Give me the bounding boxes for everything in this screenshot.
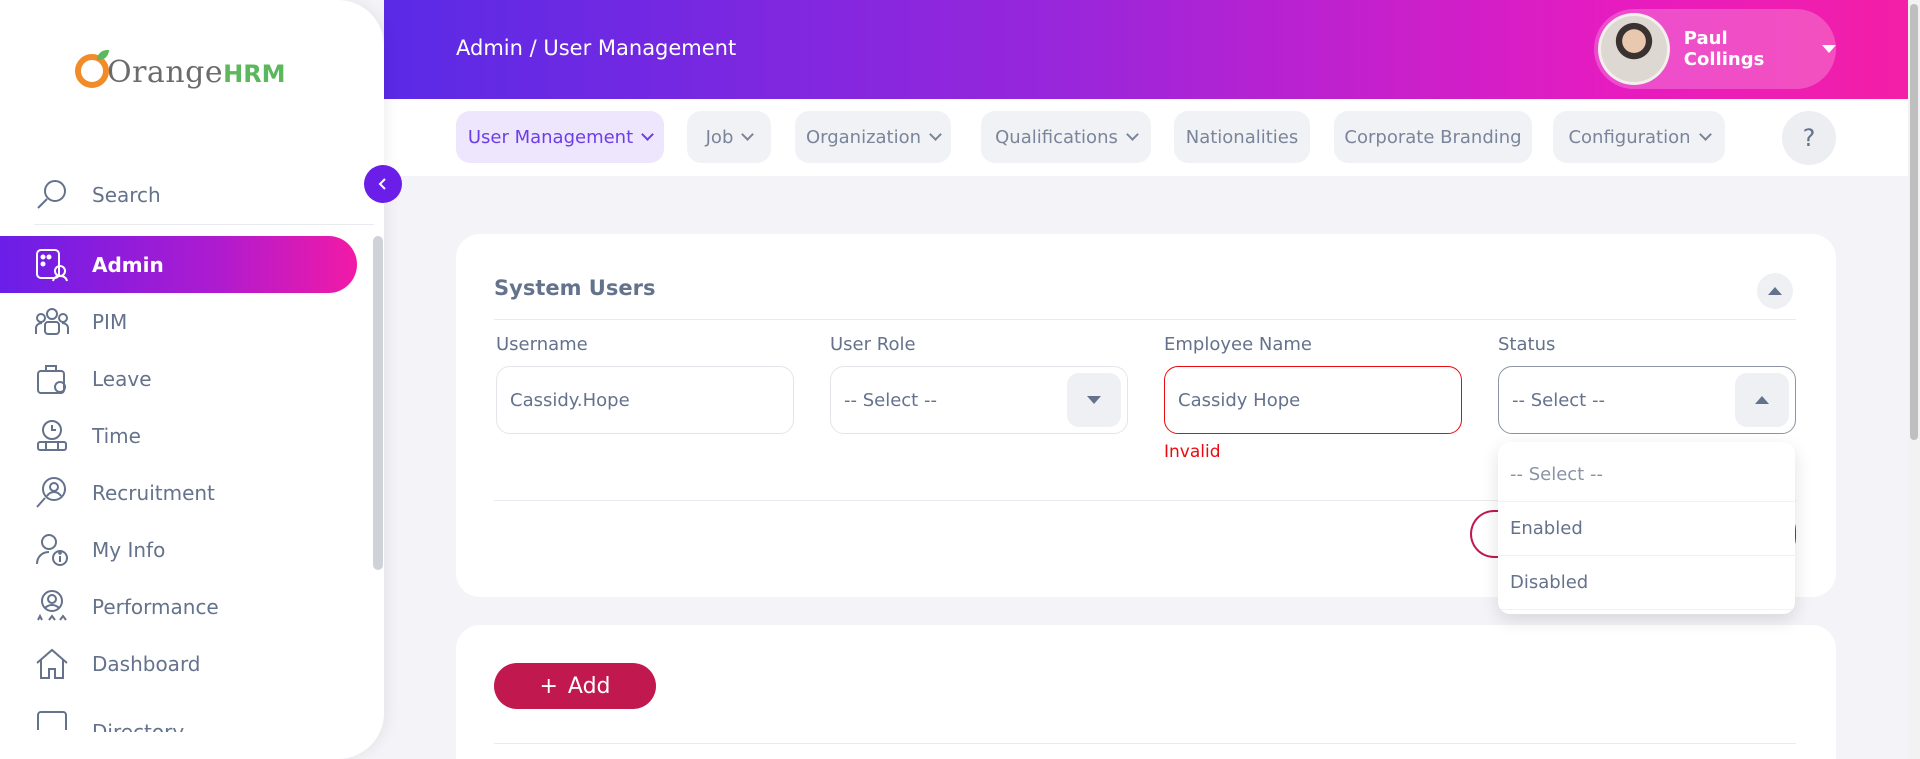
- user-name: Paul Collings: [1683, 28, 1765, 70]
- logo-text: Orange: [107, 55, 224, 90]
- user-dropdown[interactable]: Paul Collings: [1594, 9, 1836, 89]
- page-scrollbar-thumb[interactable]: [1910, 4, 1918, 440]
- tab-qualifications[interactable]: Qualifications: [981, 111, 1151, 163]
- orange-logo-icon: [75, 50, 109, 88]
- top-header: Admin / User Management Paul Collings: [384, 0, 1920, 99]
- sidebar-item-label: Dashboard: [92, 651, 201, 676]
- username-input[interactable]: [510, 389, 770, 411]
- sidebar-item-dashboard[interactable]: Dashboard: [0, 635, 372, 692]
- sidebar-item-admin[interactable]: Admin: [0, 236, 357, 293]
- status-label: Status: [1498, 334, 1556, 355]
- tab-job[interactable]: Job: [687, 111, 771, 163]
- chevron-left-icon: [378, 178, 386, 190]
- employee-name-input[interactable]: [1178, 389, 1438, 411]
- sidebar-item-label: PIM: [92, 309, 128, 334]
- status-select[interactable]: -- Select --: [1498, 366, 1796, 434]
- tab-label: User Management: [467, 126, 634, 148]
- sidebar-item-leave[interactable]: Leave: [0, 350, 372, 407]
- caret-up-icon: [1755, 396, 1769, 404]
- divider: [494, 319, 1796, 320]
- tab-label: Job: [705, 126, 734, 148]
- tab-label: Nationalities: [1185, 126, 1299, 148]
- tab-user-management[interactable]: User Management: [456, 111, 664, 163]
- admin-icon: [36, 248, 68, 281]
- collapse-sidebar-button[interactable]: [364, 165, 402, 203]
- sidebar-item-recruitment[interactable]: Recruitment: [0, 464, 372, 521]
- sidebar-item-label: My Info: [92, 537, 166, 562]
- help-button[interactable]: ?: [1782, 111, 1836, 165]
- sidebar-item-label: Recruitment: [92, 480, 215, 505]
- my-info-icon: [36, 533, 68, 566]
- status-option[interactable]: Enabled: [1498, 502, 1795, 556]
- caret-up-icon: [1768, 287, 1782, 295]
- collapse-filter-button[interactable]: [1757, 273, 1793, 309]
- tab-corporate-branding[interactable]: Corporate Branding: [1334, 111, 1532, 163]
- leave-icon: [37, 364, 66, 394]
- username-field[interactable]: [496, 366, 794, 434]
- sidebar: Orange HRM Search Admin PIM Leave Time R…: [0, 0, 384, 759]
- sidebar-scrollbar[interactable]: [373, 236, 383, 570]
- chevron-down-icon: [641, 128, 655, 141]
- status-toggle[interactable]: [1735, 373, 1789, 427]
- performance-icon: [37, 589, 67, 621]
- status-dropdown-list: -- Select -- Enabled Disabled: [1498, 442, 1795, 614]
- sidebar-item-time[interactable]: Time: [0, 407, 372, 464]
- user-role-label: User Role: [830, 334, 916, 355]
- user-role-select[interactable]: -- Select --: [830, 366, 1128, 434]
- chevron-down-icon: [741, 128, 755, 141]
- tab-label: Organization: [805, 126, 922, 148]
- employee-name-field[interactable]: [1164, 366, 1462, 434]
- sidebar-item-label: Directory: [92, 720, 185, 732]
- username-label: Username: [496, 334, 588, 355]
- dashboard-icon: [36, 648, 68, 679]
- add-button-label: Add: [567, 673, 611, 699]
- help-icon: ?: [1802, 124, 1816, 152]
- card-title: System Users: [494, 276, 656, 300]
- sidebar-item-my-info[interactable]: My Info: [0, 521, 372, 578]
- sidebar-item-label: Time: [92, 423, 141, 448]
- avatar: [1598, 13, 1670, 85]
- tab-label: Qualifications: [995, 126, 1118, 148]
- chevron-down-icon: [1698, 128, 1712, 141]
- tab-configuration[interactable]: Configuration: [1553, 111, 1725, 163]
- tab-label: Corporate Branding: [1344, 126, 1522, 148]
- chevron-down-icon: [1125, 128, 1139, 141]
- status-option[interactable]: Disabled: [1498, 556, 1795, 610]
- sidebar-search[interactable]: Search: [34, 165, 374, 225]
- search-icon: [37, 179, 66, 209]
- status-value: -- Select --: [1512, 389, 1605, 411]
- directory-icon: [37, 711, 67, 730]
- sidebar-item-pim[interactable]: PIM: [0, 293, 372, 350]
- sidebar-item-label: Performance: [92, 594, 219, 619]
- employee-name-error: Invalid: [1164, 442, 1221, 462]
- sidebar-item-performance[interactable]: Performance: [0, 578, 372, 635]
- caret-down-icon: [1822, 45, 1836, 53]
- pim-icon: [35, 307, 69, 335]
- divider: [494, 743, 1796, 744]
- logo-brand-text: HRM: [223, 60, 286, 88]
- add-user-button[interactable]: + Add: [494, 663, 656, 709]
- tab-nationalities[interactable]: Nationalities: [1174, 111, 1310, 163]
- sidebar-menu: Admin PIM Leave Time Recruitment My Info…: [0, 236, 372, 732]
- tab-organization[interactable]: Organization: [795, 111, 951, 163]
- time-icon: [37, 419, 67, 451]
- user-role-value: -- Select --: [844, 389, 937, 411]
- user-role-toggle[interactable]: [1067, 373, 1121, 427]
- caret-down-icon: [1087, 396, 1101, 404]
- orangehrm-logo[interactable]: Orange HRM: [75, 48, 286, 90]
- chevron-down-icon: [929, 128, 942, 141]
- sidebar-item-label: Admin: [92, 252, 164, 277]
- tab-label: Configuration: [1568, 126, 1691, 148]
- search-label: Search: [92, 182, 161, 207]
- sidebar-item-label: Leave: [92, 366, 152, 391]
- status-option[interactable]: -- Select --: [1498, 448, 1795, 502]
- top-nav-tabs: User Management Job Organization Qualifi…: [384, 99, 1920, 176]
- employee-name-label: Employee Name: [1164, 334, 1312, 355]
- breadcrumb: Admin / User Management: [456, 36, 737, 60]
- records-card: + Add: [456, 625, 1836, 759]
- recruitment-icon: [36, 476, 66, 508]
- sidebar-item-directory[interactable]: Directory: [0, 692, 372, 732]
- plus-icon: +: [539, 673, 558, 699]
